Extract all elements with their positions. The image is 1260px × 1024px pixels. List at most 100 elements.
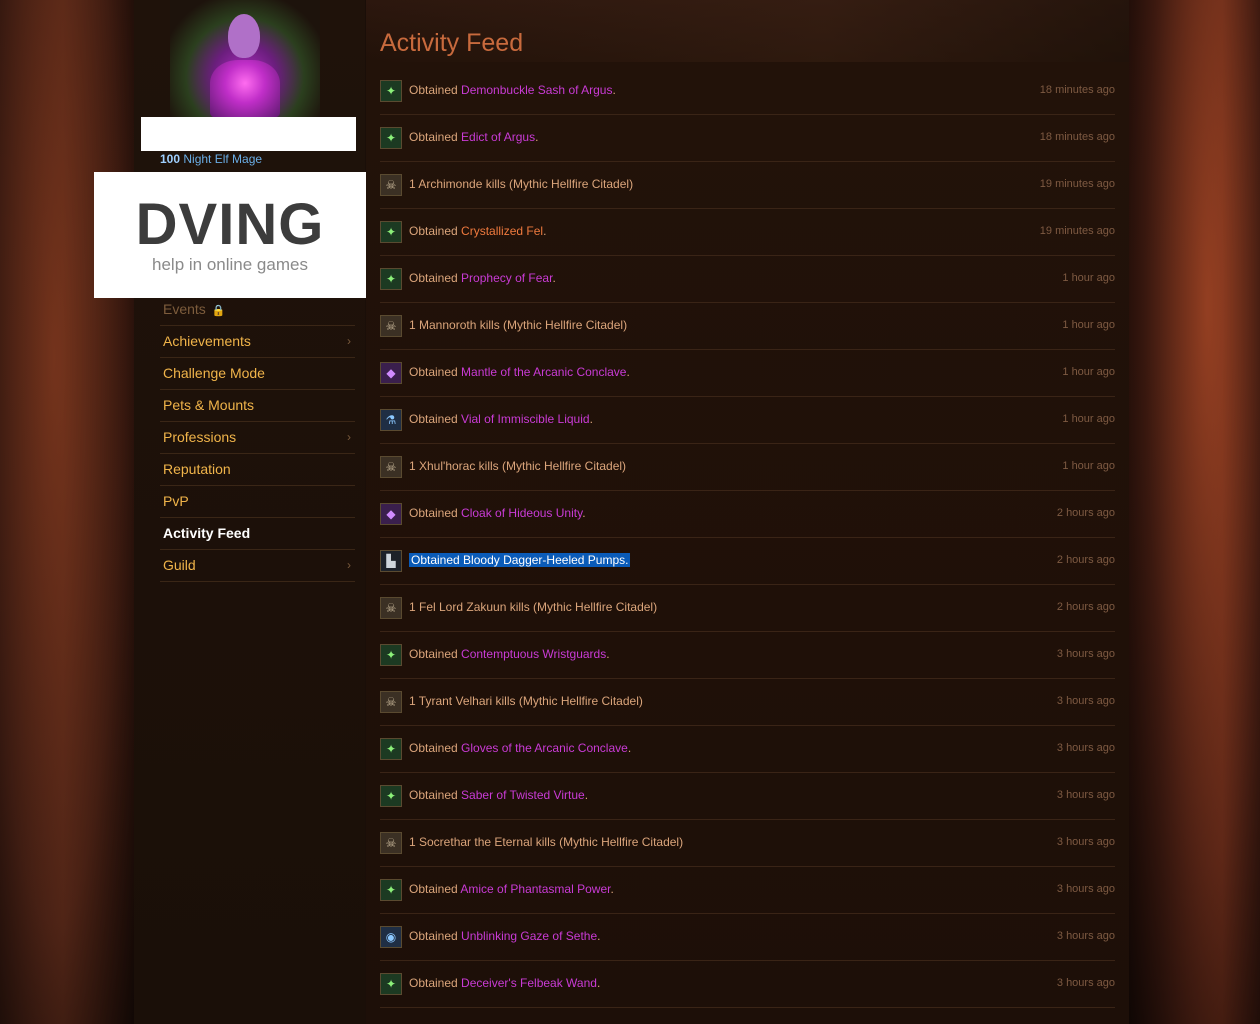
feed-text-selected: Obtained Bloody Dagger-Heeled Pumps. xyxy=(409,553,631,567)
item-icon[interactable]: ◆ xyxy=(380,362,402,384)
item-link[interactable]: Bloody Dagger-Heeled Pumps xyxy=(463,553,625,567)
item-link[interactable]: Cloak of Hideous Unity xyxy=(461,506,582,520)
character-level-class: 100 Night Elf Mage xyxy=(160,152,262,166)
feed-row: ☠ 1 Mannoroth kills (Mythic Hellfire Cit… xyxy=(380,303,1115,350)
feed-text: 1 Archimonde kills (Mythic Hellfire Cita… xyxy=(409,177,633,191)
feed-suffix: . xyxy=(625,553,629,567)
feed-row: ⚗ Obtained Vial of Immiscible Liquid. 1 … xyxy=(380,397,1115,444)
character-level: 100 xyxy=(160,152,181,166)
feed-text: Obtained Unblinking Gaze of Sethe. xyxy=(409,929,600,943)
character-avatar[interactable] xyxy=(170,0,320,118)
feed-row: ✦ Obtained Contemptuous Wristguards. 3 h… xyxy=(380,632,1115,679)
item-link[interactable]: Mantle of the Arcanic Conclave xyxy=(461,365,626,379)
feed-suffix: . xyxy=(584,788,589,802)
feed-text: Obtained Mantle of the Arcanic Conclave. xyxy=(409,365,630,379)
feed-prefix: Obtained xyxy=(409,506,462,520)
nav-item-label: Guild xyxy=(163,557,196,573)
nav-item-challenge-mode[interactable]: Challenge Mode xyxy=(160,358,355,390)
feed-suffix: . xyxy=(543,224,547,238)
nav-item-pets-mounts[interactable]: Pets & Mounts xyxy=(160,390,355,422)
watermark-logo: DVING help in online games xyxy=(94,172,366,298)
feed-timestamp: 1 hour ago xyxy=(1062,460,1115,472)
chevron-right-icon: › xyxy=(347,430,351,444)
item-link[interactable]: Demonbuckle Sash of Argus xyxy=(461,83,612,97)
nav-item-reputation[interactable]: Reputation xyxy=(160,454,355,486)
main-content: Activity Feed ✦ Obtained Demonbuckle Sas… xyxy=(366,0,1129,1024)
nav-item-label: Events xyxy=(163,301,206,317)
feed-suffix: . xyxy=(627,741,632,755)
watermark-subtitle: help in online games xyxy=(152,255,308,274)
item-icon[interactable]: ✦ xyxy=(380,644,402,666)
feed-text: Obtained Demonbuckle Sash of Argus. xyxy=(409,83,616,97)
character-name-redacted xyxy=(141,117,356,151)
item-icon[interactable]: ✦ xyxy=(380,879,402,901)
feed-prefix: Obtained xyxy=(409,130,462,144)
item-link[interactable]: Unblinking Gaze of Sethe xyxy=(461,929,597,943)
character-race-class: Night Elf Mage xyxy=(183,152,263,166)
chevron-right-icon: › xyxy=(347,334,351,348)
nav-item-pvp[interactable]: PvP xyxy=(160,486,355,518)
feed-prefix: Obtained xyxy=(409,788,462,802)
feed-row: ✦ Obtained Edict of Argus. 18 minutes ag… xyxy=(380,115,1115,162)
item-icon[interactable]: ⚗ xyxy=(380,409,402,431)
feed-suffix: . xyxy=(597,929,601,943)
item-link[interactable]: Vial of Immiscible Liquid xyxy=(461,412,590,426)
item-link[interactable]: Saber of Twisted Virtue xyxy=(461,788,585,802)
feed-suffix: . xyxy=(582,506,586,520)
avatar-head xyxy=(228,14,260,58)
item-icon[interactable]: ✦ xyxy=(380,268,402,290)
nav-item-guild[interactable]: Guild › xyxy=(160,550,355,582)
feed-text: Obtained Edict of Argus. xyxy=(409,130,538,144)
item-icon[interactable]: ✦ xyxy=(380,80,402,102)
feed-timestamp: 3 hours ago xyxy=(1056,883,1115,895)
item-icon[interactable]: ✦ xyxy=(380,738,402,760)
feed-prefix: 1 Xhul'horac kills (Mythic Hellfire Cita… xyxy=(409,459,627,473)
item-link[interactable]: Gloves of the Arcanic Conclave xyxy=(461,741,628,755)
feed-text: Obtained Amice of Phantasmal Power. xyxy=(409,882,614,896)
feed-timestamp: 3 hours ago xyxy=(1056,742,1115,754)
item-icon[interactable]: ▙ xyxy=(380,550,402,572)
item-icon[interactable]: ◉ xyxy=(380,926,402,948)
feed-timestamp: 3 hours ago xyxy=(1056,836,1115,848)
item-icon[interactable]: ◆ xyxy=(380,503,402,525)
feed-row: ✦ Obtained Prophecy of Fear. 1 hour ago xyxy=(380,256,1115,303)
nav-item-events[interactable]: Events 🔒 xyxy=(160,294,355,326)
nav-item-professions[interactable]: Professions › xyxy=(160,422,355,454)
item-icon[interactable]: ✦ xyxy=(380,973,402,995)
nav-item-activity-feed[interactable]: Activity Feed xyxy=(160,518,355,550)
item-link[interactable]: Crystallized Fel xyxy=(461,224,543,238)
feed-row: ☠ 1 Socrethar the Eternal kills (Mythic … xyxy=(380,820,1115,867)
feed-row: ☠ 1 Xhul'horac kills (Mythic Hellfire Ci… xyxy=(380,444,1115,491)
skull-icon: ☠ xyxy=(380,832,402,854)
feed-text: 1 Xhul'horac kills (Mythic Hellfire Cita… xyxy=(409,459,626,473)
feed-prefix: Obtained xyxy=(409,929,462,943)
item-link[interactable]: Edict of Argus xyxy=(461,130,535,144)
activity-feed-list: ✦ Obtained Demonbuckle Sash of Argus. 18… xyxy=(380,68,1115,1008)
feed-timestamp: 3 hours ago xyxy=(1056,977,1115,989)
item-link[interactable]: Deceiver's Felbeak Wand xyxy=(461,976,597,990)
feed-row: ✦ Obtained Amice of Phantasmal Power. 3 … xyxy=(380,867,1115,914)
feed-prefix: 1 Socrethar the Eternal kills (Mythic He… xyxy=(409,835,684,849)
feed-text: 1 Mannoroth kills (Mythic Hellfire Citad… xyxy=(409,318,627,332)
nav-item-achievements[interactable]: Achievements › xyxy=(160,326,355,358)
item-link[interactable]: Contemptuous Wristguards xyxy=(461,647,606,661)
item-link[interactable]: Prophecy of Fear xyxy=(461,271,552,285)
feed-text: Obtained Saber of Twisted Virtue. xyxy=(409,788,588,802)
nav-item-label: Pets & Mounts xyxy=(163,397,255,413)
item-link[interactable]: Amice of Phantasmal Power xyxy=(460,882,610,896)
item-icon[interactable]: ✦ xyxy=(380,127,402,149)
feed-text: Obtained Cloak of Hideous Unity. xyxy=(409,506,586,520)
skull-icon: ☠ xyxy=(380,691,402,713)
page-container: 100 Night Elf Mage DVING help in online … xyxy=(94,0,1129,1024)
feed-row: ☠ 1 Archimonde kills (Mythic Hellfire Ci… xyxy=(380,162,1115,209)
item-icon[interactable]: ✦ xyxy=(380,785,402,807)
item-icon[interactable]: ✦ xyxy=(380,221,402,243)
feed-suffix: . xyxy=(596,976,601,990)
feed-suffix: . xyxy=(552,271,556,285)
feed-row: ✦ Obtained Deceiver's Felbeak Wand. 3 ho… xyxy=(380,961,1115,1008)
feed-timestamp: 1 hour ago xyxy=(1062,319,1115,331)
feed-timestamp: 1 hour ago xyxy=(1062,413,1115,425)
sidebar: 100 Night Elf Mage DVING help in online … xyxy=(94,0,366,1024)
feed-timestamp: 3 hours ago xyxy=(1056,695,1115,707)
feed-prefix: 1 Mannoroth kills (Mythic Hellfire Citad… xyxy=(409,318,628,332)
